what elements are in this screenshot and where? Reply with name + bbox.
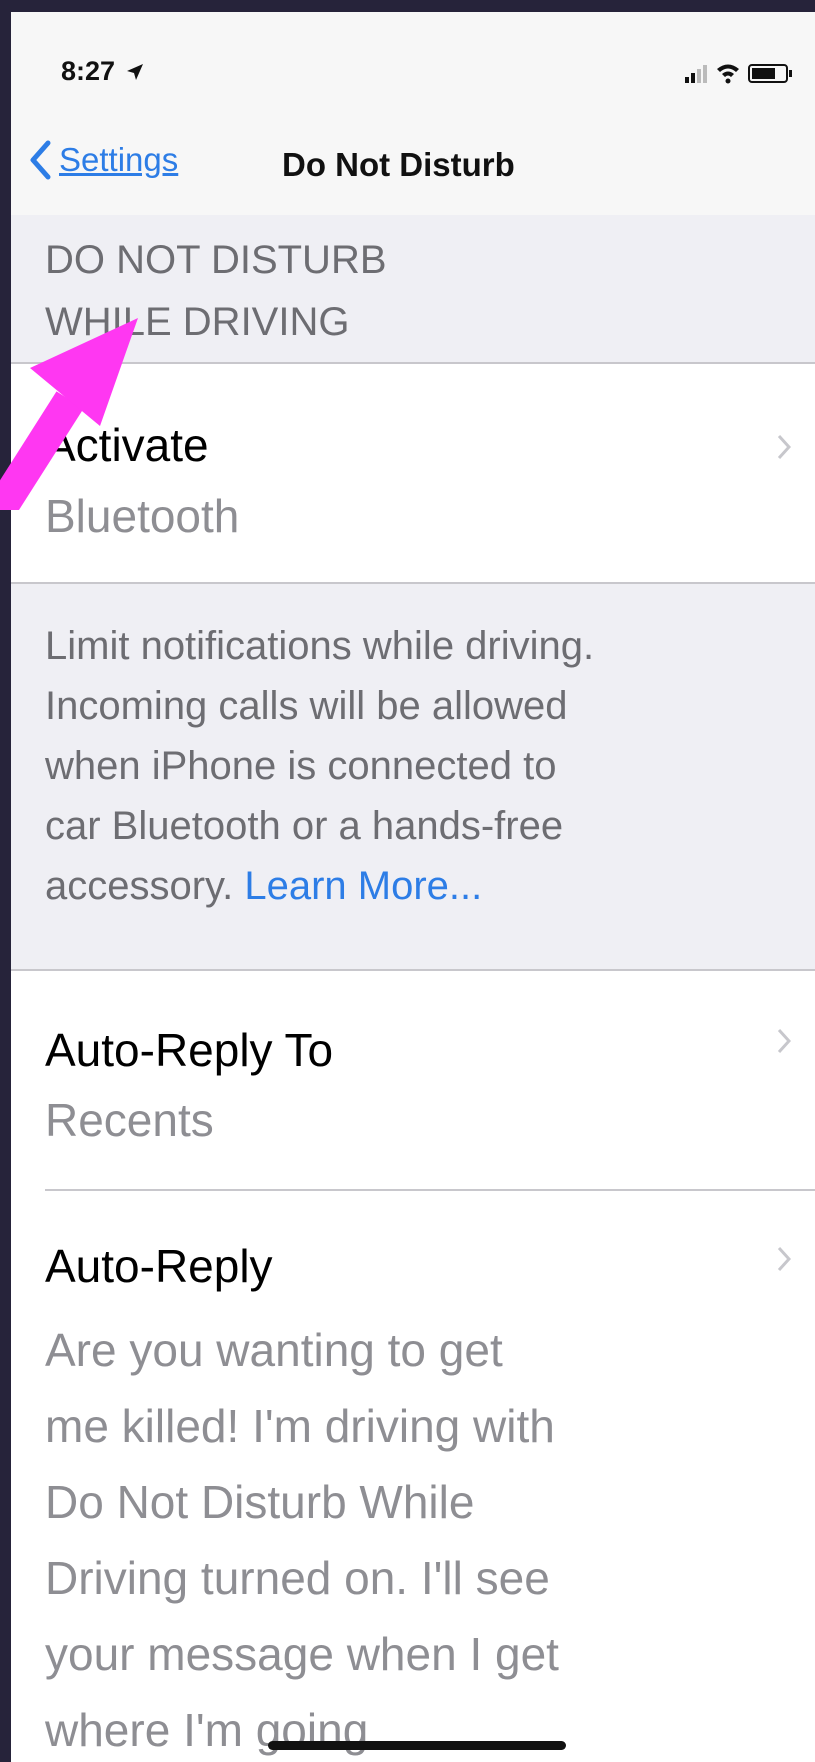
footer-line: Incoming calls will be allowed xyxy=(45,684,568,728)
divider xyxy=(11,582,815,584)
back-label: Settings xyxy=(59,141,179,178)
location-arrow-icon xyxy=(127,64,143,80)
wifi-icon xyxy=(717,64,739,84)
footer-line-prefix: accessory. xyxy=(45,864,234,908)
signal-icon xyxy=(685,65,707,83)
auto-reply-line: your message when I get xyxy=(45,1628,559,1680)
back-button[interactable]: Settings xyxy=(29,135,178,185)
auto-reply-to-value: Recents xyxy=(45,1094,214,1146)
learn-more-link[interactable]: Learn More... xyxy=(244,864,482,908)
section-header-line: WHILE DRIVING xyxy=(45,300,350,344)
annotation-arrow-icon xyxy=(0,318,138,510)
auto-reply-line: me killed! I'm driving with xyxy=(45,1400,555,1452)
auto-reply-title: Auto-Reply xyxy=(45,1240,273,1292)
chevron-right-icon xyxy=(777,1246,791,1272)
footer-line: Limit notifications while driving. xyxy=(45,624,595,668)
battery-icon xyxy=(748,64,792,83)
auto-reply-to-title: Auto-Reply To xyxy=(45,1024,334,1076)
footer-line: when iPhone is connected to xyxy=(45,744,557,788)
footer-line: car Bluetooth or a hands-free xyxy=(45,804,564,848)
auto-reply-line: Are you wanting to get xyxy=(45,1324,503,1376)
auto-reply-message: Are you wanting to get me killed! I'm dr… xyxy=(45,1312,785,1762)
navigation-bar: Settings Do Not Disturb xyxy=(11,107,815,215)
section-header: DO NOT DISTURB WHILE DRIVING xyxy=(45,229,745,353)
status-icons xyxy=(685,64,792,84)
section-header-line: DO NOT DISTURB xyxy=(45,238,387,282)
footer-line: accessory. Learn More... xyxy=(45,856,815,916)
screen: 8:27 Settings Do Not Disturb DO NOT DIST… xyxy=(11,12,815,1762)
page-title: Do Not Disturb xyxy=(282,146,515,183)
chevron-right-icon xyxy=(777,434,791,460)
status-time: 8:27 xyxy=(61,56,116,86)
home-indicator xyxy=(268,1741,566,1750)
section-footer: Limit notifications while driving. Incom… xyxy=(45,616,815,916)
auto-reply-line: Do Not Disturb While xyxy=(45,1476,475,1528)
chevron-left-icon xyxy=(30,140,51,180)
status-bar: 8:27 xyxy=(11,12,815,107)
chevron-right-icon xyxy=(777,1028,791,1054)
auto-reply-to-cell[interactable]: Auto-Reply To Recents xyxy=(11,971,815,1189)
auto-reply-line: where I'm going. xyxy=(45,1704,382,1756)
auto-reply-line: Driving turned on. I'll see xyxy=(45,1552,550,1604)
